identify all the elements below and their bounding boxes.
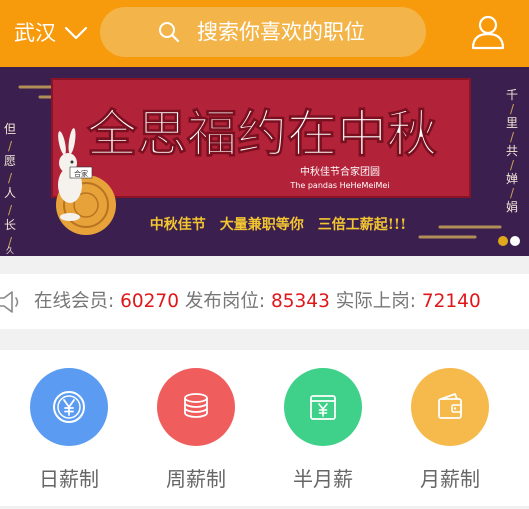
svg-text:愿: 愿 [4, 154, 16, 168]
category-weekly-circle [157, 368, 235, 446]
category-weekly-pay[interactable]: 周薪制 [146, 368, 246, 498]
salary-categories: 日薪制 周薪制 半月薪 月薪制 [0, 350, 529, 506]
hired-label: 实际上岗: [335, 291, 422, 312]
svg-text:共: 共 [506, 144, 518, 158]
banner-subtitle: 中秋佳节合家团圆 [300, 165, 380, 178]
stats-bar: 在线会员: 60270 发布岗位: 85343 实际上岗: 72140 [0, 274, 529, 329]
category-daily-circle [30, 368, 108, 446]
svg-text:里: 里 [506, 116, 518, 130]
category-label: 日薪制 [39, 467, 99, 491]
yen-coin-icon [53, 391, 85, 423]
city-label: 武汉 [14, 21, 56, 45]
svg-text:人: 人 [4, 186, 16, 200]
category-label: 半月薪 [293, 467, 353, 491]
user-icon[interactable] [470, 14, 506, 50]
svg-text:久: 久 [6, 245, 14, 255]
category-daily-pay[interactable]: 日薪制 [19, 368, 119, 498]
svg-text:但: 但 [4, 122, 16, 136]
category-half-month-pay[interactable]: 半月薪 [273, 368, 373, 498]
category-label: 月薪制 [420, 467, 480, 491]
coin-stack-icon [184, 393, 208, 418]
category-monthly-circle [411, 368, 489, 446]
search-bar[interactable]: 搜索你喜欢的职位 [100, 7, 426, 57]
carousel-dot-1[interactable] [498, 236, 508, 246]
posted-label: 发布岗位: [184, 291, 271, 312]
wallet-icon [438, 393, 462, 419]
banner-tagline: 中秋佳节 大量兼职等你 三倍工薪起!!! [150, 216, 406, 233]
category-half-month-circle [284, 368, 362, 446]
rabbit-sign-text: 合家 [74, 169, 88, 178]
wallet-yen-icon [310, 395, 336, 420]
members-label: 在线会员: [34, 291, 121, 312]
svg-text:婵: 婵 [506, 172, 518, 186]
top-bar: 武汉 搜索你喜欢的职位 [0, 0, 529, 67]
speaker-icon [0, 291, 19, 313]
category-label: 周薪制 [166, 467, 226, 491]
category-monthly-pay[interactable]: 月薪制 [400, 368, 500, 498]
search-placeholder: 搜索你喜欢的职位 [197, 20, 365, 44]
stats-text: 在线会员: 60270 发布岗位: 85343 实际上岗: 72140 [34, 274, 481, 329]
svg-text:千: 千 [506, 88, 518, 102]
banner-title: 全思福约在中秋 [86, 105, 437, 163]
banner-subtitle-en: The pandas HeHeMeiMei [289, 181, 389, 190]
banner-carousel[interactable]: 全思福约在中秋 中秋佳节合家团圆 The pandas HeHeMeiMei 中… [0, 67, 529, 256]
carousel-dot-2[interactable] [510, 236, 520, 246]
posted-count: 85343 [271, 291, 330, 312]
city-selector[interactable]: 武汉 [14, 18, 88, 48]
svg-text:长: 长 [4, 218, 16, 232]
search-icon [159, 22, 180, 43]
members-count: 60270 [120, 291, 179, 312]
hired-count: 72140 [421, 291, 481, 312]
chevron-down-icon [64, 26, 88, 40]
svg-text:娟: 娟 [506, 200, 518, 214]
